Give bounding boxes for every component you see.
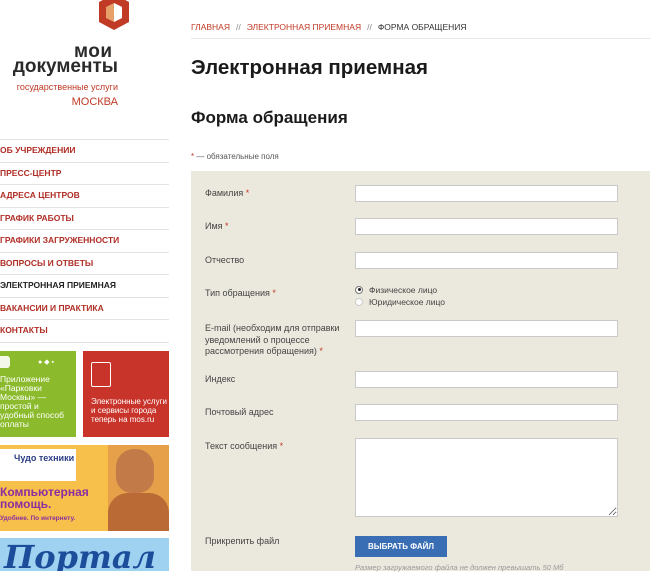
message-textarea[interactable] [355, 438, 618, 517]
name-label: Имя * [205, 221, 229, 231]
sidebar-item-reception[interactable]: ЭЛЕКТРОННАЯ ПРИЕМНАЯ [0, 275, 169, 298]
form-title: Форма обращения [191, 108, 348, 127]
sidebar-item-load[interactable]: ГРАФИКИ ЗАГРУЖЕННОСТИ [0, 230, 169, 253]
banner-portal-text: Портал [4, 538, 156, 571]
message-label: Текст сообщения * [205, 441, 284, 451]
sidebar-item-press[interactable]: ПРЕСС-ЦЕНТР [0, 163, 169, 185]
radio-unchecked-icon[interactable] [355, 297, 363, 306]
sidebar-item-faq[interactable]: ВОПРОСЫ И ОТВЕТЫ [0, 253, 169, 275]
banner-parking[interactable]: ● ◆ ▪ Приложение «Парковки Москвы» — про… [0, 351, 76, 437]
patronymic-input[interactable] [355, 252, 618, 269]
surname-label: Фамилия * [205, 188, 250, 198]
breadcrumb-home[interactable]: ГЛАВНАЯ [191, 22, 230, 32]
logo-emblem-icon [99, 0, 129, 30]
banner-parking-text: Приложение «Парковки Москвы» — простой и… [0, 374, 64, 429]
breadcrumb-separator: // [236, 22, 241, 32]
banner-tech[interactable]: Чудо техники Компьютерная помощь. Удобне… [0, 445, 169, 531]
sidebar-item-about[interactable]: ОБ УЧРЕЖДЕНИИ [0, 139, 169, 163]
banner-portal[interactable]: Портал [0, 538, 169, 571]
breadcrumb-separator: // [367, 22, 372, 32]
patronymic-label: Отчество [205, 255, 245, 265]
logo-text-docs: документы [12, 56, 118, 77]
main-content: ГЛАВНАЯ // ЭЛЕКТРОННАЯ ПРИЕМНАЯ // ФОРМА ОБР… [191, 0, 650, 572]
platform-icons: ● ◆ ▪ [38, 359, 54, 366]
address-label: Почтовый адрес [205, 407, 274, 417]
phone-icon [91, 362, 111, 387]
sidebar-item-vacancies[interactable]: ВАКАНСИИ И ПРАКТИКА [0, 298, 169, 320]
logo-city: МОСКВА [71, 96, 118, 108]
radio-legal-entity[interactable]: Юридическое лицо [355, 297, 445, 307]
required-note: * — обязательные поля [191, 152, 279, 161]
sidebar-menu: ОБ УЧРЕЖДЕНИИ ПРЕСС-ЦЕНТР АДРЕСА ЦЕНТРОВ… [0, 139, 169, 343]
sidebar-item-schedule[interactable]: ГРАФИК РАБОТЫ [0, 208, 169, 230]
sidebar: мои документы государственные услуги МОС… [0, 0, 170, 571]
name-input[interactable] [355, 218, 618, 235]
page-title: Электронная приемная [191, 56, 428, 79]
attach-file-label: Прикрепить файл [205, 536, 280, 546]
banner-tech-headline: Компьютерная помощь. [0, 485, 89, 511]
radio-individual[interactable]: Физическое лицо [355, 285, 437, 295]
divider [191, 38, 650, 39]
banner-tech-tagline: Удобнее. По интернету. [0, 515, 76, 522]
parking-app-icon [0, 356, 10, 368]
radio-checked-icon[interactable] [355, 285, 363, 294]
breadcrumb: ГЛАВНАЯ // ЭЛЕКТРОННАЯ ПРИЕМНАЯ // ФОРМА ОБР… [191, 22, 467, 32]
banner-mos-text: Электронные услуги и сервисы города тепе… [91, 397, 167, 424]
banner-mos[interactable]: Электронные услуги и сервисы города тепе… [83, 351, 169, 437]
request-type-label: Тип обращения * [205, 288, 276, 298]
banner-tech-logo-text: Чудо техники [14, 453, 75, 463]
breadcrumb-current: ФОРМА ОБРАЩЕНИЯ [377, 22, 467, 32]
feedback-form: Фамилия * Имя * Отчество Тип обращения *… [191, 171, 650, 572]
logo[interactable]: мои документы государственные услуги МОС… [0, 0, 170, 135]
choose-file-button[interactable]: ВЫБРАТЬ ФАЙЛ [355, 536, 447, 557]
email-input[interactable] [355, 320, 618, 337]
banner-tech-photo [108, 445, 169, 531]
address-input[interactable] [355, 404, 618, 421]
logo-subtitle: государственные услуги [16, 82, 118, 92]
surname-input[interactable] [355, 185, 618, 202]
index-label: Индекс [205, 374, 236, 384]
breadcrumb-parent[interactable]: ЭЛЕКТРОННАЯ ПРИЕМНАЯ [247, 22, 361, 32]
sidebar-item-contacts[interactable]: КОНТАКТЫ [0, 320, 169, 343]
email-label: E-mail (необходим для отправки уведомлен… [205, 323, 340, 356]
index-input[interactable] [355, 371, 618, 388]
banner-tech-logo: Чудо техники [0, 449, 76, 481]
sidebar-item-addresses[interactable]: АДРЕСА ЦЕНТРОВ [0, 185, 169, 208]
